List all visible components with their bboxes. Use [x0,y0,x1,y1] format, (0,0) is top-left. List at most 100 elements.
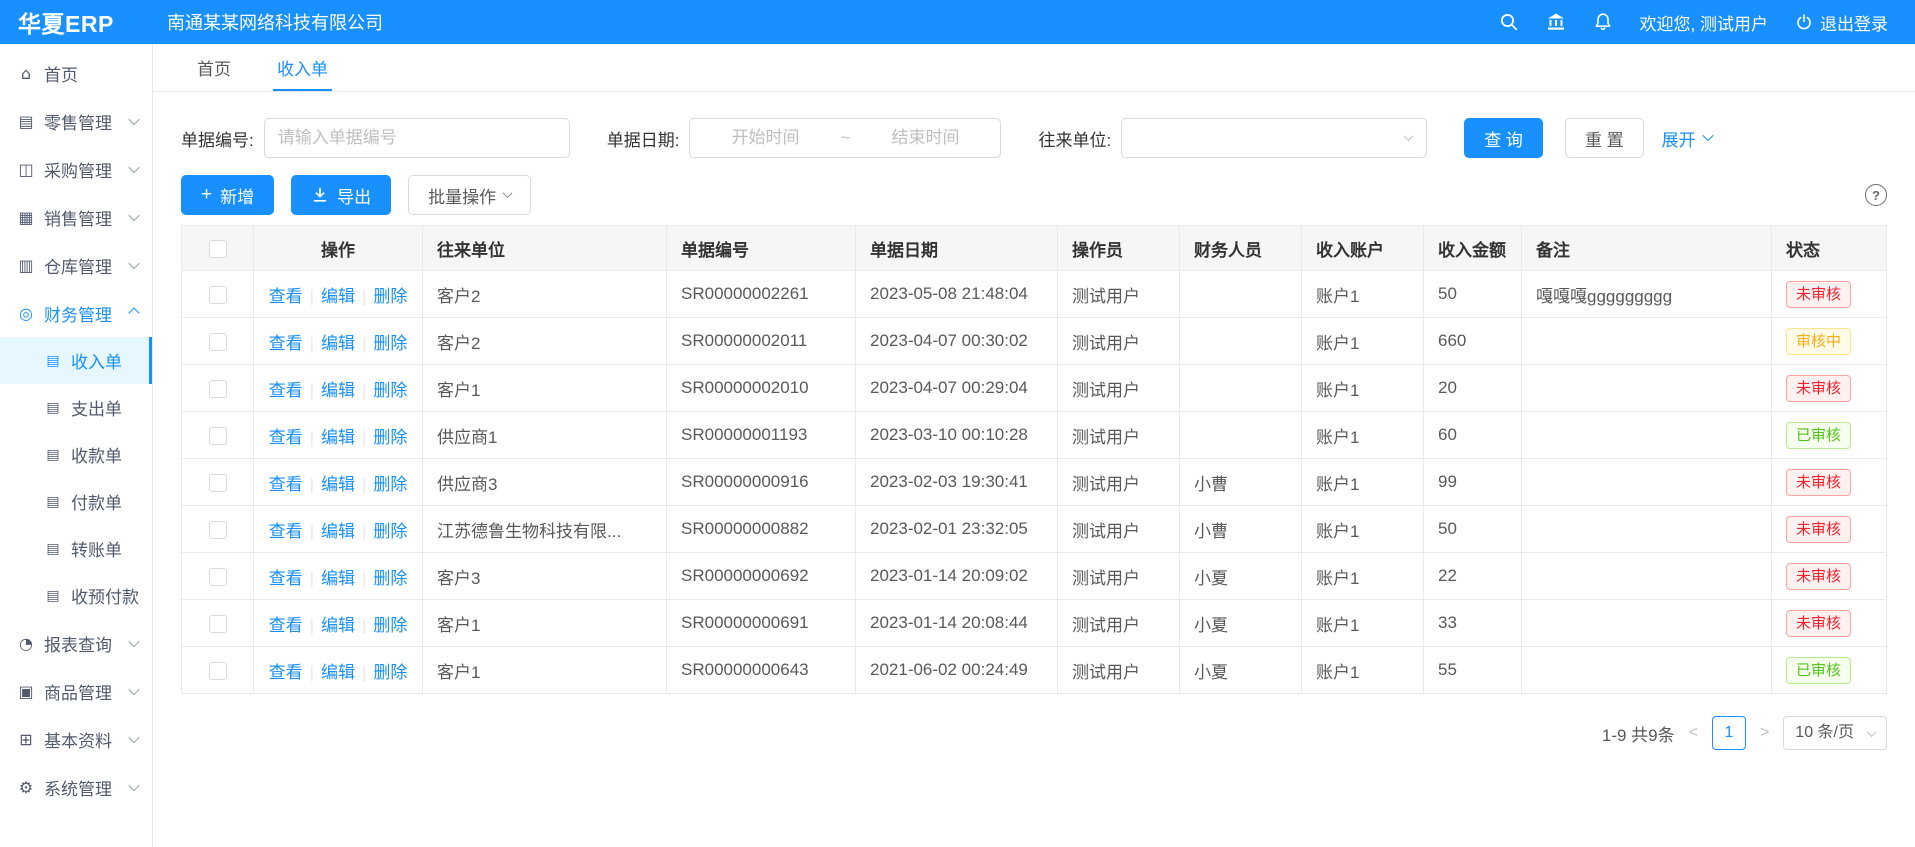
delete-link[interactable]: 删除 [373,475,407,494]
sidebar-item-reports[interactable]: ◔ 报表查询 [0,619,152,667]
sidebar-item-sales[interactable]: ▦ 销售管理 [0,193,152,241]
view-link[interactable]: 查看 [269,616,303,635]
view-link[interactable]: 查看 [269,522,303,541]
topbar-right: 欢迎您, 测试用户 退出登录 [1499,10,1915,35]
sidebar-item-goods[interactable]: ▣ 商品管理 [0,667,152,715]
view-link[interactable]: 查看 [269,428,303,447]
row-checkbox[interactable] [209,286,227,304]
app-logo: 华夏ERP [0,5,153,39]
cell-finance-staff [1180,271,1302,318]
page-number-button[interactable]: 1 [1712,716,1746,750]
sidebar-item-finance[interactable]: ◎ 财务管理 [0,289,152,337]
logout-button[interactable]: 退出登录 [1795,10,1888,35]
reset-button[interactable]: 重 置 [1565,118,1644,158]
date-end-input[interactable] [850,127,1000,149]
sidebar-item-expense-bill[interactable]: ▤ 支出单 [0,384,152,431]
sidebar-item-label: 首页 [44,61,78,86]
column-header-bill-no: 单据编号 [667,226,856,271]
edit-link[interactable]: 编辑 [321,663,355,682]
next-page-arrow[interactable]: > [1760,724,1769,742]
status-badge: 未审核 [1786,281,1851,308]
cell-amount: 99 [1424,459,1522,506]
table-row: 查看|编辑|删除 供应商1 SR00000001193 2023-03-10 0… [182,412,1887,459]
row-checkbox[interactable] [209,521,227,539]
plus-icon: + [201,185,212,204]
select-all-checkbox[interactable] [209,240,227,258]
sidebar-item-home[interactable]: ⌂ 首页 [0,49,152,97]
delete-link[interactable]: 删除 [373,663,407,682]
tab-income-bill[interactable]: 收入单 [277,44,328,91]
document-icon: ▤ [44,400,62,416]
sidebar-item-label: 基本资料 [44,727,112,752]
tab-home[interactable]: 首页 [197,44,231,91]
view-link[interactable]: 查看 [269,334,303,353]
delete-link[interactable]: 删除 [373,616,407,635]
row-checkbox[interactable] [209,427,227,445]
view-link[interactable]: 查看 [269,569,303,588]
add-button[interactable]: + 新增 [181,175,274,215]
status-badge: 审核中 [1786,328,1851,355]
view-link[interactable]: 查看 [269,381,303,400]
table-row: 查看|编辑|删除 客户1 SR00000000643 2021-06-02 00… [182,647,1887,694]
delete-link[interactable]: 删除 [373,334,407,353]
delete-link[interactable]: 删除 [373,381,407,400]
row-checkbox[interactable] [209,568,227,586]
edit-link[interactable]: 编辑 [321,287,355,306]
batch-operations-button[interactable]: 批量操作 [408,175,531,215]
document-icon: ▤ [44,447,62,463]
cell-amount: 20 [1424,365,1522,412]
column-header-account: 收入账户 [1302,226,1424,271]
date-range-picker[interactable]: ~ [689,118,1001,158]
delete-link[interactable]: 删除 [373,287,407,306]
cell-account: 账户1 [1302,553,1424,600]
edit-link[interactable]: 编辑 [321,334,355,353]
bank-icon[interactable] [1546,12,1566,32]
sidebar-item-purchase[interactable]: ◫ 采购管理 [0,145,152,193]
row-checkbox[interactable] [209,333,227,351]
expand-filters-link[interactable]: 展开 [1662,126,1712,151]
delete-link[interactable]: 删除 [373,569,407,588]
bill-no-input[interactable] [264,118,570,158]
cell-bill-date: 2023-04-07 00:30:02 [856,318,1058,365]
sidebar-item-income-bill[interactable]: ▤ 收入单 [0,337,152,384]
edit-link[interactable]: 编辑 [321,381,355,400]
sidebar-item-basic-data[interactable]: ⊞ 基本资料 [0,715,152,763]
view-link[interactable]: 查看 [269,475,303,494]
sidebar-item-system[interactable]: ⚙ 系统管理 [0,763,152,811]
cell-account: 账户1 [1302,412,1424,459]
cell-account: 账户1 [1302,365,1424,412]
goods-icon: ▣ [17,682,35,701]
view-link[interactable]: 查看 [269,663,303,682]
sidebar-item-advance-receipt[interactable]: ▤ 收预付款 [0,572,152,619]
delete-link[interactable]: 删除 [373,428,407,447]
sidebar-item-payment-bill[interactable]: ▤ 付款单 [0,478,152,525]
sales-icon: ▦ [17,208,35,227]
view-link[interactable]: 查看 [269,287,303,306]
bell-icon[interactable] [1593,12,1613,32]
date-start-input[interactable] [690,127,840,149]
partner-select[interactable] [1121,118,1427,158]
page-size-select[interactable]: 10 条/页 [1783,716,1887,750]
tab-bar: 首页 收入单 [153,44,1915,92]
sidebar-item-warehouse[interactable]: ▥ 仓库管理 [0,241,152,289]
sidebar-item-transfer-bill[interactable]: ▤ 转账单 [0,525,152,572]
sidebar-item-label: 采购管理 [44,157,112,182]
edit-link[interactable]: 编辑 [321,475,355,494]
edit-link[interactable]: 编辑 [321,522,355,541]
delete-link[interactable]: 删除 [373,522,407,541]
export-button[interactable]: 导出 [291,175,391,215]
row-checkbox[interactable] [209,474,227,492]
help-icon[interactable]: ? [1865,184,1887,206]
row-checkbox[interactable] [209,615,227,633]
row-checkbox[interactable] [209,380,227,398]
sidebar-item-receipt-bill[interactable]: ▤ 收款单 [0,431,152,478]
sidebar-item-retail[interactable]: ▤ 零售管理 [0,97,152,145]
filter-bar: 单据编号: 单据日期: ~ 往来单位: 查 询 重 置 展开 [181,118,1887,158]
search-button[interactable]: 查 询 [1464,118,1543,158]
edit-link[interactable]: 编辑 [321,569,355,588]
prev-page-arrow[interactable]: < [1689,724,1698,742]
row-checkbox[interactable] [209,662,227,680]
edit-link[interactable]: 编辑 [321,616,355,635]
edit-link[interactable]: 编辑 [321,428,355,447]
search-icon[interactable] [1499,12,1519,32]
